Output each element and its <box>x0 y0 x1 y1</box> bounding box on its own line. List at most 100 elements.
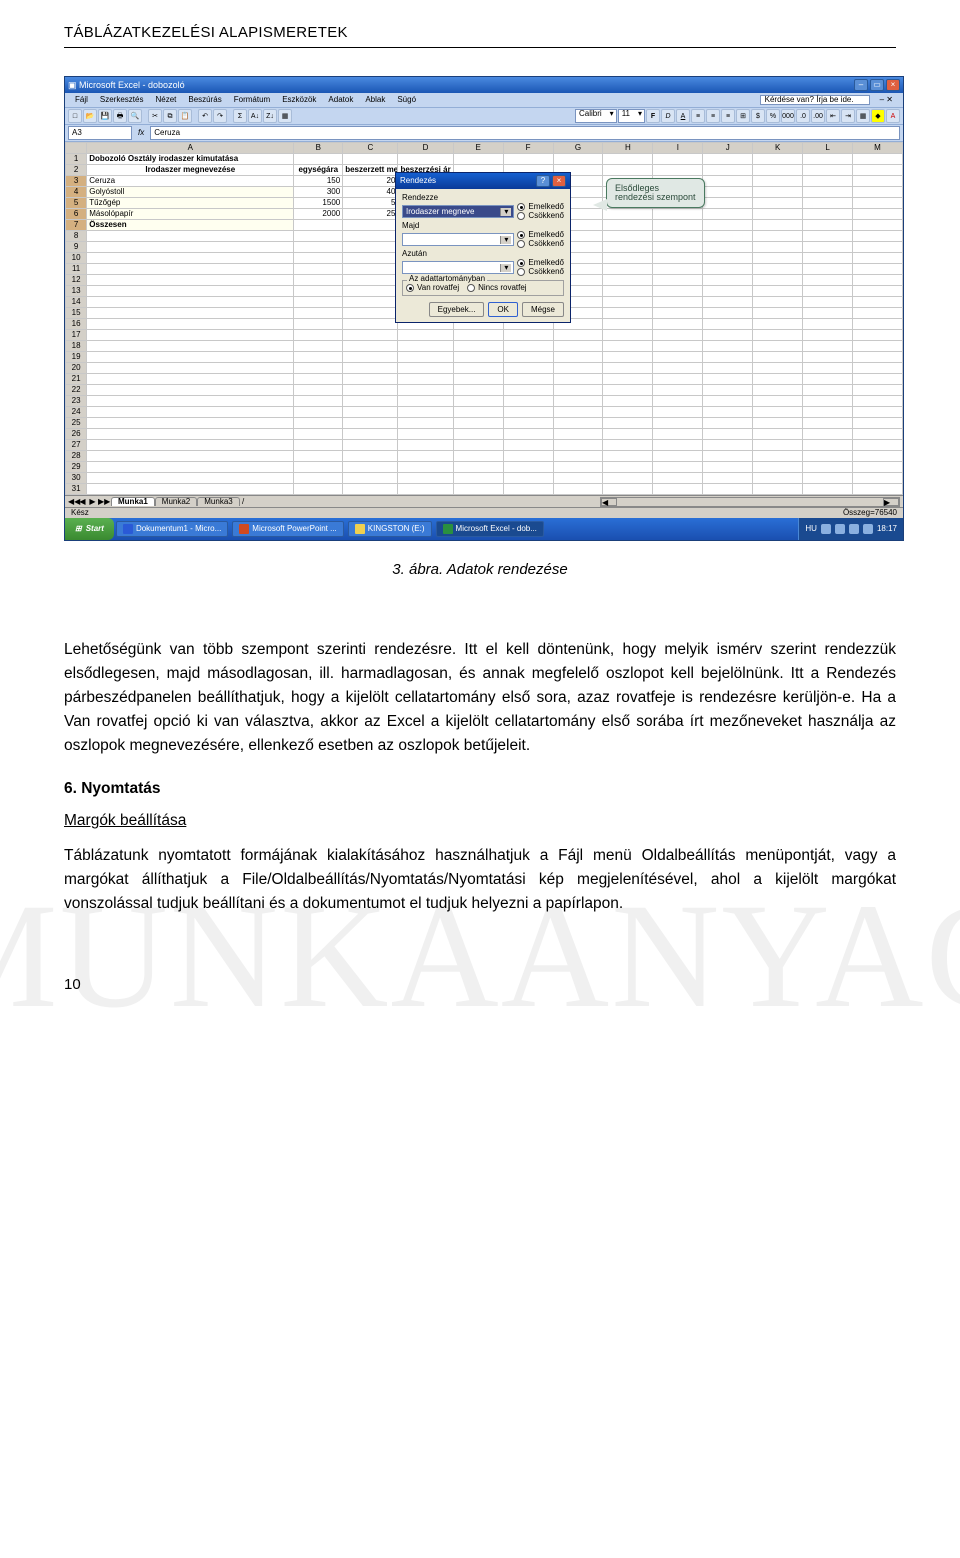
cell[interactable] <box>803 264 853 275</box>
cell[interactable] <box>753 154 803 165</box>
cell[interactable] <box>853 198 903 209</box>
cell[interactable] <box>87 297 294 308</box>
cell[interactable] <box>453 473 503 484</box>
col-d[interactable]: D <box>398 143 453 154</box>
cell[interactable] <box>603 165 653 176</box>
cell[interactable] <box>603 484 653 495</box>
cell[interactable] <box>343 385 398 396</box>
ok-button[interactable]: OK <box>488 302 518 317</box>
sum-icon[interactable]: Σ <box>233 109 247 123</box>
cell[interactable] <box>453 352 503 363</box>
cell[interactable] <box>653 242 703 253</box>
align-right-icon[interactable]: ≡ <box>721 109 735 123</box>
cell[interactable] <box>653 253 703 264</box>
cell[interactable] <box>398 396 453 407</box>
tray-icon[interactable] <box>821 524 831 534</box>
cell[interactable] <box>753 264 803 275</box>
cell[interactable] <box>603 341 653 352</box>
cell[interactable] <box>803 407 853 418</box>
cell[interactable] <box>398 451 453 462</box>
cell[interactable] <box>553 385 603 396</box>
cell[interactable]: Másolópapír <box>87 209 294 220</box>
cell[interactable] <box>294 341 343 352</box>
decimal-inc-icon[interactable]: .0 <box>796 109 810 123</box>
cell[interactable] <box>803 363 853 374</box>
cell[interactable] <box>653 165 703 176</box>
cell[interactable] <box>503 352 553 363</box>
cell[interactable] <box>503 418 553 429</box>
cell[interactable] <box>753 341 803 352</box>
cell[interactable] <box>603 275 653 286</box>
cell[interactable] <box>294 352 343 363</box>
cell[interactable] <box>703 264 753 275</box>
row-header[interactable]: 24 <box>66 407 87 418</box>
row-header[interactable]: 19 <box>66 352 87 363</box>
cell[interactable] <box>653 286 703 297</box>
col-e[interactable]: E <box>453 143 503 154</box>
cell[interactable] <box>294 253 343 264</box>
paste-icon[interactable]: 📋 <box>178 109 192 123</box>
cell[interactable] <box>343 418 398 429</box>
cell[interactable] <box>803 275 853 286</box>
cell[interactable] <box>853 451 903 462</box>
cell[interactable] <box>853 209 903 220</box>
cell[interactable] <box>343 363 398 374</box>
cell[interactable] <box>603 242 653 253</box>
cell[interactable]: 300 <box>294 187 343 198</box>
cell[interactable]: Összesen <box>87 220 294 231</box>
row-header[interactable]: 8 <box>66 231 87 242</box>
cell[interactable] <box>87 363 294 374</box>
cell[interactable] <box>753 352 803 363</box>
cell[interactable] <box>653 231 703 242</box>
cell[interactable] <box>703 209 753 220</box>
cell[interactable] <box>453 396 503 407</box>
cell[interactable] <box>853 330 903 341</box>
task-powerpoint[interactable]: Microsoft PowerPoint ... <box>232 521 343 537</box>
row-header[interactable]: 28 <box>66 451 87 462</box>
cell[interactable] <box>503 154 553 165</box>
row-header[interactable]: 9 <box>66 242 87 253</box>
sheet-tab-1[interactable]: Munka1 <box>111 497 155 506</box>
cell[interactable] <box>803 429 853 440</box>
cell[interactable] <box>653 374 703 385</box>
cell[interactable] <box>294 264 343 275</box>
cell[interactable] <box>398 440 453 451</box>
cell[interactable] <box>603 418 653 429</box>
col-m[interactable]: M <box>853 143 903 154</box>
menu-help[interactable]: Súgó <box>391 94 422 106</box>
row-header[interactable]: 30 <box>66 473 87 484</box>
row-header[interactable]: 7 <box>66 220 87 231</box>
cell[interactable]: Dobozoló Osztály irodaszer kimutatása <box>87 154 294 165</box>
row-header[interactable]: 18 <box>66 341 87 352</box>
row-header[interactable]: 22 <box>66 385 87 396</box>
cell[interactable] <box>653 209 703 220</box>
print-icon[interactable]: 🖶 <box>113 109 127 123</box>
cell[interactable] <box>853 385 903 396</box>
cell[interactable] <box>453 374 503 385</box>
cell[interactable] <box>553 330 603 341</box>
cancel-button[interactable]: Mégse <box>522 302 564 317</box>
cut-icon[interactable]: ✂ <box>148 109 162 123</box>
cell[interactable] <box>853 352 903 363</box>
row-header[interactable]: 12 <box>66 275 87 286</box>
cell[interactable] <box>603 209 653 220</box>
cell[interactable] <box>753 451 803 462</box>
cell[interactable] <box>343 341 398 352</box>
row-header[interactable]: 4 <box>66 187 87 198</box>
cell[interactable] <box>853 418 903 429</box>
cell[interactable] <box>653 330 703 341</box>
cell[interactable] <box>853 187 903 198</box>
cell[interactable] <box>803 385 853 396</box>
cell[interactable] <box>703 440 753 451</box>
open-icon[interactable]: 📂 <box>83 109 97 123</box>
cell[interactable] <box>703 396 753 407</box>
cell[interactable] <box>853 484 903 495</box>
cell[interactable] <box>853 264 903 275</box>
col-h[interactable]: H <box>603 143 653 154</box>
cell[interactable] <box>753 407 803 418</box>
cell[interactable] <box>294 451 343 462</box>
cell[interactable] <box>853 231 903 242</box>
cell[interactable] <box>803 231 853 242</box>
cell[interactable] <box>87 231 294 242</box>
cell[interactable] <box>703 187 753 198</box>
